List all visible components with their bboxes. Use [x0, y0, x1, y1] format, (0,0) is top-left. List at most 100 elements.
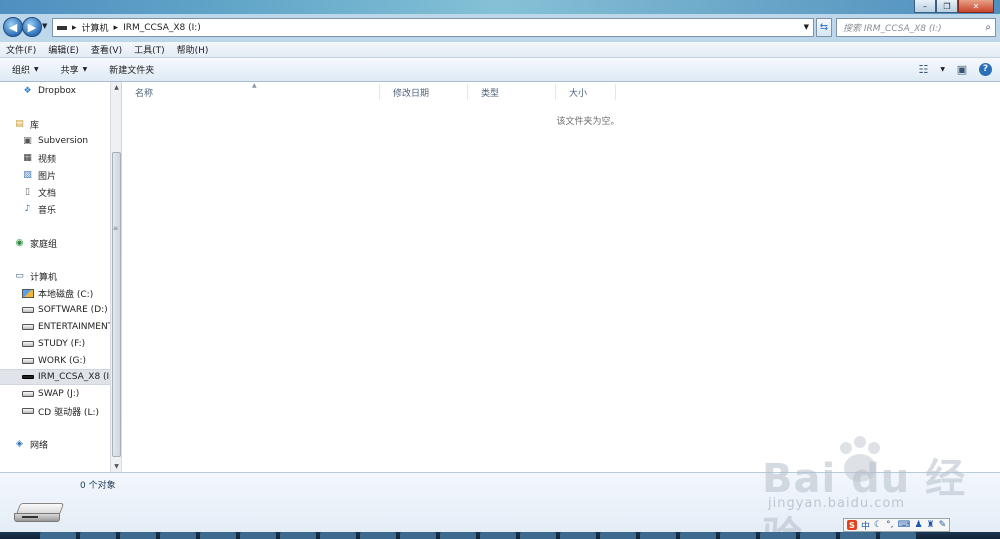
- hard-drive-icon: [22, 341, 34, 347]
- close-button[interactable]: ✕: [958, 0, 994, 13]
- taskbar-app[interactable]: [560, 532, 596, 539]
- forward-button[interactable]: ▶: [22, 17, 42, 37]
- nav-item-music[interactable]: ♪ 音乐: [0, 201, 110, 217]
- taskbar-app[interactable]: [720, 532, 756, 539]
- organize-label: 组织: [12, 66, 31, 76]
- taskbar-app[interactable]: [880, 532, 916, 539]
- back-button[interactable]: ◀: [3, 17, 23, 37]
- refresh-button[interactable]: ⇆: [816, 18, 832, 37]
- taskbar-app[interactable]: [320, 532, 356, 539]
- chevron-down-icon: ▼: [34, 66, 39, 73]
- taskbar-app[interactable]: [440, 532, 476, 539]
- taskbar-app[interactable]: [360, 532, 396, 539]
- taskbar-app[interactable]: [280, 532, 316, 539]
- moon-icon[interactable]: ☾: [874, 520, 882, 530]
- column-header-name[interactable]: 名称 ▲: [122, 82, 380, 100]
- caption-buttons: – ❐ ✕: [914, 0, 994, 13]
- scroll-up-arrow-icon[interactable]: ▲: [112, 83, 121, 92]
- wrench-icon[interactable]: ✎: [939, 520, 947, 530]
- ime-toolbar[interactable]: S 中 ☾ °, ⌨ ♟ ♜ ✎: [843, 518, 951, 532]
- taskbar-app[interactable]: [240, 532, 276, 539]
- removable-drive-large-icon: [14, 503, 66, 525]
- view-options-icon[interactable]: ☷: [916, 62, 930, 76]
- user-icon[interactable]: ♟: [914, 520, 922, 530]
- breadcrumb-drive[interactable]: IRM_CCSA_X8 (I:): [123, 23, 201, 33]
- scroll-thumb[interactable]: [112, 152, 121, 457]
- breadcrumb-computer[interactable]: 计算机: [82, 21, 109, 34]
- command-toolbar: 组织 ▼ 共享 ▼ 新建文件夹 ☷ ▼ ▣ ?: [0, 58, 1000, 82]
- nav-item-drive-c[interactable]: 本地磁盘 (C:): [0, 285, 110, 301]
- nav-item-drive-l[interactable]: CD 驱动器 (L:): [0, 403, 110, 419]
- scroll-down-arrow-icon[interactable]: ▼: [112, 462, 121, 471]
- taskbar-app[interactable]: [680, 532, 716, 539]
- nav-item-label: 音乐: [38, 205, 57, 216]
- nav-item-computer[interactable]: ▭ 计算机: [0, 268, 110, 284]
- taskbar-app[interactable]: [40, 532, 76, 539]
- column-label: 类型: [481, 88, 500, 99]
- new-folder-button[interactable]: 新建文件夹: [109, 63, 154, 76]
- punctuation-icon[interactable]: °,: [886, 520, 893, 530]
- menu-help[interactable]: 帮助(H): [177, 43, 209, 56]
- network-icon: ◈: [16, 439, 23, 449]
- forward-arrow-icon: ▶: [27, 20, 37, 34]
- nav-item-drive-i[interactable]: IRM_CCSA_X8 (I:): [0, 369, 110, 385]
- organize-button[interactable]: 组织 ▼: [12, 63, 39, 76]
- refresh-icon: ⇆: [819, 22, 829, 33]
- nav-item-homegroup[interactable]: ◉ 家庭组: [0, 235, 110, 251]
- keyboard-icon[interactable]: ⌨: [897, 520, 910, 530]
- nav-item-drive-e[interactable]: ENTERTAINMENT: [0, 319, 110, 335]
- nav-scrollbar[interactable]: ▲ ≡ ▼: [110, 82, 121, 472]
- taskbar-app[interactable]: [760, 532, 796, 539]
- share-button[interactable]: 共享 ▼: [61, 63, 88, 76]
- nav-item-drive-j[interactable]: SWAP (J:): [0, 386, 110, 402]
- nav-item-subversion[interactable]: ▣ Subversion: [0, 133, 110, 149]
- nav-item-label: ENTERTAINMENT: [38, 322, 110, 332]
- column-header-size[interactable]: 大小: [556, 84, 616, 100]
- file-list-area[interactable]: 名称 ▲ 修改日期 类型 大小 该文件夹为空。: [122, 82, 1000, 472]
- nav-item-drive-g[interactable]: WORK (G:): [0, 353, 110, 369]
- taskbar-app[interactable]: [80, 532, 116, 539]
- menu-bar: 文件(F) 编辑(E) 查看(V) 工具(T) 帮助(H): [0, 42, 1000, 58]
- column-header-date[interactable]: 修改日期: [380, 84, 468, 100]
- nav-item-drive-d[interactable]: SOFTWARE (D:): [0, 302, 110, 318]
- taskbar-app[interactable]: [800, 532, 836, 539]
- nav-item-documents[interactable]: ▯ 文档: [0, 184, 110, 200]
- help-icon[interactable]: ?: [979, 62, 992, 76]
- menu-view[interactable]: 查看(V): [91, 43, 122, 56]
- nav-item-pictures[interactable]: ▨ 图片: [0, 167, 110, 183]
- taskbar-app[interactable]: [480, 532, 516, 539]
- nav-item-drive-f[interactable]: STUDY (F:): [0, 336, 110, 352]
- taskbar-app[interactable]: [200, 532, 236, 539]
- shirt-icon[interactable]: ♜: [927, 520, 935, 530]
- minimize-button[interactable]: –: [914, 0, 936, 13]
- history-dropdown[interactable]: ▼: [42, 22, 47, 30]
- nav-item-label: 图片: [38, 171, 57, 182]
- taskbar-app[interactable]: [640, 532, 676, 539]
- hard-drive-icon: [22, 358, 34, 364]
- chevron-down-icon[interactable]: ▼: [940, 66, 945, 73]
- preview-pane-icon[interactable]: ▣: [955, 62, 969, 76]
- menu-tools[interactable]: 工具(T): [134, 43, 165, 56]
- search-icon[interactable]: ⌕: [985, 22, 991, 33]
- taskbar-app[interactable]: [120, 532, 156, 539]
- nav-item-dropbox[interactable]: ❖ Dropbox: [0, 83, 110, 99]
- empty-folder-message: 该文件夹为空。: [556, 117, 620, 127]
- taskbar-app[interactable]: [840, 532, 876, 539]
- taskbar-app[interactable]: [600, 532, 636, 539]
- search-input[interactable]: 搜索 IRM_CCSA_X8 (I:) ⌕: [836, 18, 996, 37]
- nav-item-network[interactable]: ◈ 网络: [0, 436, 110, 452]
- taskbar-app[interactable]: [520, 532, 556, 539]
- share-label: 共享: [60, 66, 79, 76]
- maximize-button[interactable]: ❐: [936, 0, 958, 13]
- menu-edit[interactable]: 编辑(E): [48, 43, 79, 56]
- menu-file[interactable]: 文件(F): [6, 43, 36, 56]
- ime-mode-label[interactable]: 中: [861, 519, 870, 532]
- taskbar-app[interactable]: [160, 532, 196, 539]
- sogou-ime-icon[interactable]: S: [847, 520, 857, 530]
- nav-item-videos[interactable]: ▦ 视频: [0, 150, 110, 166]
- address-dropdown-icon[interactable]: ▼: [804, 23, 809, 31]
- address-bar[interactable]: ▸ 计算机 ▸ IRM_CCSA_X8 (I:) ▼: [52, 18, 814, 37]
- column-header-type[interactable]: 类型: [468, 84, 556, 100]
- nav-item-libraries[interactable]: ▤ 库: [0, 116, 110, 132]
- taskbar-app[interactable]: [400, 532, 436, 539]
